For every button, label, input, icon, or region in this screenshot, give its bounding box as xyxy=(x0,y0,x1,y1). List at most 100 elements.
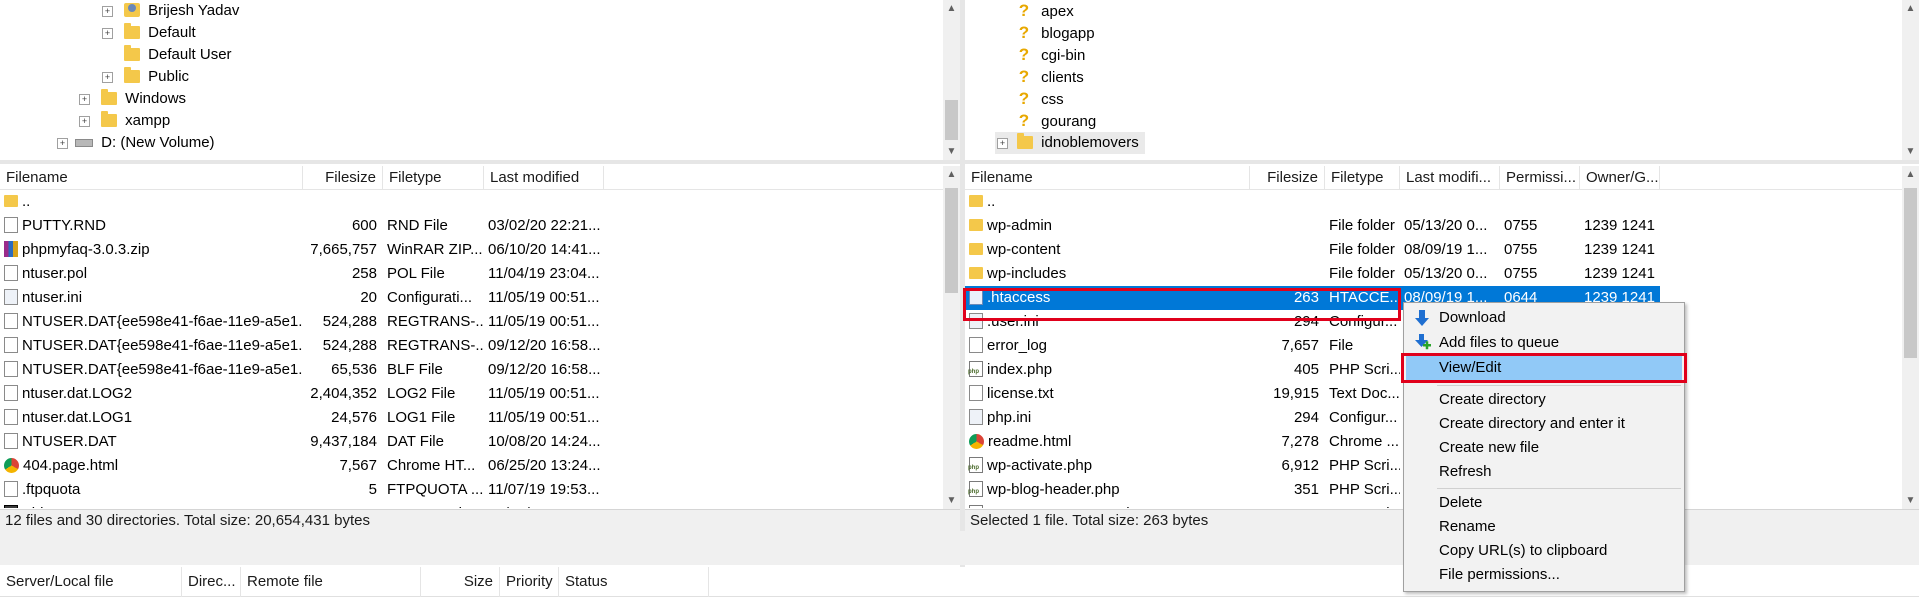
menu-item-create-directory-enter[interactable]: Create directory and enter it xyxy=(1406,412,1682,436)
column-status[interactable]: Status xyxy=(559,567,709,597)
cell-name: php.ini xyxy=(965,406,1250,430)
cell-size: 2,404,352 xyxy=(310,385,377,402)
expand-icon[interactable]: + xyxy=(102,72,113,83)
tree-item-blogapp[interactable]: ? blogapp xyxy=(1017,22,1095,44)
local-tree-pane[interactable]: + Brijesh Yadav + Default Default User +… xyxy=(0,0,960,160)
scroll-thumb[interactable] xyxy=(945,188,958,293)
local-list-scrollbar[interactable]: ▲ ▼ xyxy=(943,166,960,509)
cell-size xyxy=(1250,190,1325,214)
file-name: NTUSER.DAT{ee598e41-f6ae-11e9-a5e1... xyxy=(22,337,303,354)
scroll-up-icon[interactable]: ▲ xyxy=(943,0,960,17)
scroll-thumb[interactable] xyxy=(945,100,958,140)
expand-icon[interactable]: + xyxy=(79,94,90,105)
table-row[interactable]: wp-content File folder 08/09/19 1... 0755 12… xyxy=(965,238,1902,262)
scroll-thumb[interactable] xyxy=(1904,188,1917,358)
tree-item-css[interactable]: ? css xyxy=(1017,88,1064,110)
menu-item-add-to-queue[interactable]: Add files to queue xyxy=(1406,331,1682,355)
column-size[interactable]: Size xyxy=(421,567,500,597)
table-row[interactable]: NTUSER.DAT{ee598e41-f6ae-11e9-a5e1... 524… xyxy=(0,310,943,334)
cell-type: Configur... xyxy=(1329,313,1398,330)
column-remote-file[interactable]: Remote file xyxy=(241,567,421,597)
file-file-icon xyxy=(4,433,18,449)
cell-type: HTACCE... xyxy=(1329,289,1400,306)
tree-item-idnoblemovers[interactable]: + idnoblemovers xyxy=(995,132,1145,154)
file-name: NTUSER.DAT xyxy=(22,433,117,450)
expand-icon[interactable]: + xyxy=(102,6,113,17)
menu-item-view-edit[interactable]: View/Edit xyxy=(1406,356,1682,380)
table-row[interactable]: ntuser.dat.LOG1 24,576 LOG1 File 11/05/19 0… xyxy=(0,406,943,430)
local-file-list[interactable]: Filename Filesize Filetype Last modified… xyxy=(0,166,960,531)
column-priority[interactable]: Priority xyxy=(500,567,559,597)
column-direction[interactable]: Direc... xyxy=(182,567,241,597)
column-filetype[interactable]: Filetype xyxy=(1325,166,1400,190)
table-row[interactable]: .. xyxy=(0,190,943,214)
local-tree-scrollbar[interactable]: ▲ ▼ xyxy=(943,0,960,160)
table-row[interactable]: NTUSER.DAT{ee598e41-f6ae-11e9-a5e1... 524… xyxy=(0,334,943,358)
menu-item-rename[interactable]: Rename xyxy=(1406,515,1682,539)
scroll-up-icon[interactable]: ▲ xyxy=(1902,0,1919,17)
scroll-up-icon[interactable]: ▲ xyxy=(943,166,960,183)
cell-type: Configurati... xyxy=(387,289,473,306)
remote-list-scrollbar[interactable]: ▲ ▼ xyxy=(1902,166,1919,509)
table-row[interactable]: ntuser.ini 20 Configurati... 11/05/19 00:51… xyxy=(0,286,943,310)
menu-item-copy-url[interactable]: Copy URL(s) to clipboard xyxy=(1406,539,1682,563)
ini-file-icon xyxy=(969,313,983,329)
tree-item-label: Default xyxy=(148,24,196,41)
column-permissions[interactable]: Permissi... xyxy=(1500,166,1580,190)
column-filesize[interactable]: Filesize xyxy=(1250,166,1325,190)
scroll-down-icon[interactable]: ▼ xyxy=(943,143,960,160)
menu-separator xyxy=(1437,385,1681,386)
table-row[interactable]: NTUSER.DAT{ee598e41-f6ae-11e9-a5e1... 65,… xyxy=(0,358,943,382)
table-row[interactable]: wp-admin File folder 05/13/20 0... 0755 1239… xyxy=(965,214,1902,238)
cell-type: System Fol... xyxy=(383,502,484,508)
menu-item-delete[interactable]: Delete xyxy=(1406,491,1682,515)
table-row[interactable]: ntuser.dat.LOG2 2,404,352 LOG2 File 11/05/1… xyxy=(0,382,943,406)
tree-item-gourang[interactable]: ? gourang xyxy=(1017,110,1096,132)
pane-divider[interactable] xyxy=(0,160,1919,164)
menu-item-file-permissions[interactable]: File permissions... xyxy=(1406,563,1682,587)
column-last-modified[interactable]: Last modified xyxy=(484,166,604,190)
column-filesize[interactable]: Filesize xyxy=(303,166,383,190)
menu-item-refresh[interactable]: Refresh xyxy=(1406,460,1682,484)
column-last-modified[interactable]: Last modifi... xyxy=(1400,166,1500,190)
scroll-down-icon[interactable]: ▼ xyxy=(1902,143,1919,160)
column-owner-group[interactable]: Owner/G... xyxy=(1580,166,1660,190)
tree-item-cgi-bin[interactable]: ? cgi-bin xyxy=(1017,44,1086,66)
expand-icon[interactable]: + xyxy=(79,116,90,127)
expand-icon[interactable]: + xyxy=(997,138,1008,149)
menu-item-create-new-file[interactable]: Create new file xyxy=(1406,436,1682,460)
menu-item-download[interactable]: Download xyxy=(1406,306,1682,330)
cell-modified: 09/12/20 16:58... xyxy=(488,361,601,378)
file-file-icon xyxy=(4,313,18,329)
cell-size: 2,275 xyxy=(1250,502,1325,508)
menu-item-label: Download xyxy=(1439,309,1506,326)
file-name: phpmyfaq-3.0.3.zip xyxy=(22,241,150,258)
expand-icon[interactable]: + xyxy=(57,138,68,149)
tree-item-label: Public xyxy=(148,68,190,85)
remote-tree-pane[interactable]: ? apex ? blogapp ? cgi-bin ? clients ? c… xyxy=(965,0,1919,160)
scroll-down-icon[interactable]: ▼ xyxy=(1902,492,1919,509)
cell-modified: 11/05/19 00:51... xyxy=(488,289,600,306)
table-row[interactable]: phpmyfaq-3.0.3.zip 7,665,757 WinRAR ZIP...… xyxy=(0,238,943,262)
scroll-down-icon[interactable]: ▼ xyxy=(943,492,960,509)
cell-type: REGTRANS-... xyxy=(387,313,484,330)
table-row[interactable]: 404.page.html 7,567 Chrome HT... 06/25/20 1… xyxy=(0,454,943,478)
table-row[interactable]: NTUSER.DAT 9,437,184 DAT File 10/08/20 14:2… xyxy=(0,430,943,454)
menu-item-create-directory[interactable]: Create directory xyxy=(1406,388,1682,412)
scroll-up-icon[interactable]: ▲ xyxy=(1902,166,1919,183)
cell-type: BLF File xyxy=(387,361,443,378)
remote-tree-scrollbar[interactable]: ▲ ▼ xyxy=(1902,0,1919,160)
table-row[interactable]: .. xyxy=(965,190,1902,214)
tree-item-apex[interactable]: ? apex xyxy=(1017,0,1074,22)
cell-name: wp-content xyxy=(965,238,1250,262)
tree-item-clients[interactable]: ? clients xyxy=(1017,66,1084,88)
table-row[interactable]: wp-includes File folder 05/13/20 0... 0755 1… xyxy=(965,262,1902,286)
table-row[interactable]: ntuser.pol 258 POL File 11/04/19 23:04... xyxy=(0,262,943,286)
cell-name: .user.ini xyxy=(965,310,1250,334)
table-row[interactable]: .ftpquota 5 FTPQUOTA ... 11/07/19 19:53... xyxy=(0,478,943,502)
expand-icon[interactable]: + xyxy=(102,28,113,39)
column-filetype[interactable]: Filetype xyxy=(383,166,484,190)
table-row[interactable]: Videos System Fol...09/12/20 16:59... xyxy=(0,502,943,508)
table-row[interactable]: PUTTY.RND 600 RND File 03/02/20 22:21... xyxy=(0,214,943,238)
column-server-local-file[interactable]: Server/Local file xyxy=(0,567,182,597)
